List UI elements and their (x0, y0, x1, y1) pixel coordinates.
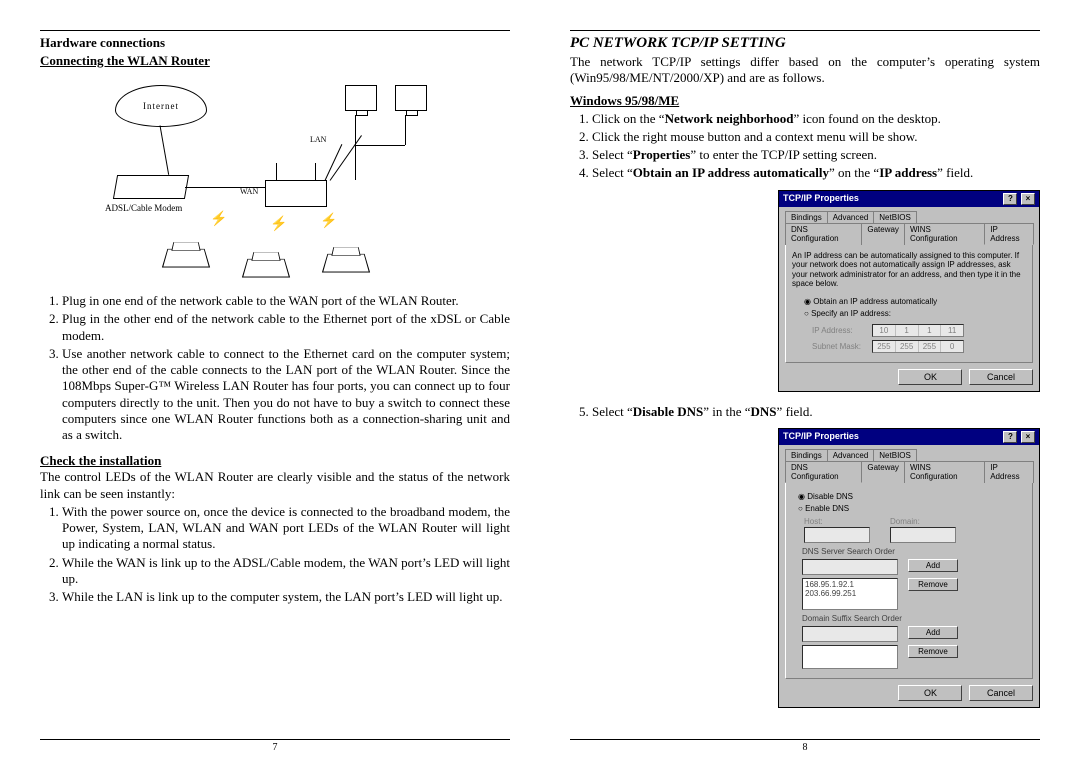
dialog-title: TCP/IP Properties (783, 193, 859, 205)
tab-gateway[interactable]: Gateway (861, 461, 905, 483)
suffix-input[interactable] (802, 626, 898, 642)
list-item: Plug in one end of the network cable to … (62, 293, 510, 309)
list-item: Select “Disable DNS” in the “DNS” field. (592, 404, 1040, 420)
monitor-icon (395, 85, 427, 111)
tab-gateway[interactable]: Gateway (861, 223, 905, 245)
dns-list[interactable]: 168.95.1.92.1 203.66.99.251 (802, 578, 898, 610)
network-diagram: Internet ADSL/Cable Modem LAN WAN ⚡ ⚡ ⚡ (95, 75, 455, 285)
internet-cloud: Internet (115, 85, 207, 127)
radio-obtain-auto[interactable]: ◉ Obtain an IP address automatically (804, 297, 1026, 306)
dialog-desc: An IP address can be automatically assig… (792, 251, 1026, 289)
ok-button[interactable]: OK (898, 685, 962, 701)
tab-bar: Bindings Advanced NetBIOS DNS Configurat… (785, 449, 1033, 483)
wan-label: WAN (240, 187, 258, 196)
help-icon[interactable]: ? (1003, 193, 1017, 205)
tab-netbios[interactable]: NetBIOS (873, 211, 917, 223)
host-label: Host: (804, 517, 870, 526)
list-item: While the WAN is link up to the ADSL/Cab… (62, 555, 510, 588)
tab-advanced[interactable]: Advanced (827, 211, 875, 223)
tab-wins[interactable]: WINS Configuration (904, 223, 985, 245)
close-icon[interactable]: × (1021, 431, 1035, 443)
close-icon[interactable]: × (1021, 193, 1035, 205)
mask-field[interactable]: 2552552550 (872, 340, 964, 353)
remove-button[interactable]: Remove (908, 578, 958, 591)
tab-ipaddress[interactable]: IP Address (984, 461, 1034, 483)
suffix-order-label: Domain Suffix Search Order (802, 614, 1026, 623)
heading-hardware: Hardware connections (40, 35, 510, 51)
suffix-list[interactable] (802, 645, 898, 669)
laptop-icon (162, 249, 210, 268)
ok-button[interactable]: OK (898, 369, 962, 385)
ip-label: IP Address: (812, 326, 872, 335)
tcpip-dialog-dns: TCP/IP Properties ? × Bindings Advanced … (778, 428, 1040, 708)
tab-wins[interactable]: WINS Configuration (904, 461, 985, 483)
domain-label: Domain: (890, 517, 956, 526)
monitor-icon (345, 85, 377, 111)
host-field[interactable] (804, 527, 870, 543)
lan-label: LAN (310, 135, 326, 144)
list-item: With the power source on, once the devic… (62, 504, 510, 553)
tab-dns[interactable]: DNS Configuration (785, 223, 862, 245)
laptop-icon (242, 259, 290, 278)
tab-ipaddress[interactable]: IP Address (984, 223, 1034, 245)
tab-advanced[interactable]: Advanced (827, 449, 875, 461)
tab-bar: Bindings Advanced NetBIOS DNS Configurat… (785, 211, 1033, 245)
page-number: 8 (570, 742, 1040, 753)
router-icon (265, 180, 327, 207)
heading-os: Windows 95/98/ME (570, 93, 1040, 109)
laptop-icon (322, 254, 370, 273)
help-icon[interactable]: ? (1003, 431, 1017, 443)
cancel-button[interactable]: Cancel (969, 685, 1033, 701)
remove-button[interactable]: Remove (908, 645, 958, 658)
modem-label: ADSL/Cable Modem (105, 203, 182, 213)
list-item: Click on the “Network neighborhood” icon… (592, 111, 1040, 127)
list-item: Select “Obtain an IP address automatical… (592, 165, 1040, 181)
radio-specify[interactable]: ○ Specify an IP address: (804, 309, 1026, 318)
tcpip-steps: Click on the “Network neighborhood” icon… (570, 111, 1040, 184)
connect-steps: Plug in one end of the network cable to … (40, 293, 510, 445)
radio-disable-dns[interactable]: ◉ Disable DNS (798, 492, 1026, 501)
ip-field[interactable]: 101111 (872, 324, 964, 337)
heading-check: Check the installation (40, 453, 510, 469)
tab-dns[interactable]: DNS Configuration (785, 461, 862, 483)
section-title: PC NETWORK TCP/IP SETTING (570, 35, 1040, 52)
tcpip-dialog-ip: TCP/IP Properties ? × Bindings Advanced … (778, 190, 1040, 392)
add-button[interactable]: Add (908, 626, 958, 639)
dns-order-label: DNS Server Search Order (802, 547, 1026, 556)
mask-label: Subnet Mask: (812, 342, 872, 351)
intro-text: The network TCP/IP settings differ based… (570, 54, 1040, 87)
page-right: PC NETWORK TCP/IP SETTING The network TC… (570, 30, 1040, 753)
list-item: Plug in the other end of the network cab… (62, 311, 510, 344)
tcpip-steps-cont: Select “Disable DNS” in the “DNS” field. (570, 404, 1040, 422)
dialog-title: TCP/IP Properties (783, 431, 859, 443)
add-button[interactable]: Add (908, 559, 958, 572)
tab-netbios[interactable]: NetBIOS (873, 449, 917, 461)
check-intro: The control LEDs of the WLAN Router are … (40, 469, 510, 502)
tab-bindings[interactable]: Bindings (785, 449, 828, 461)
tab-bindings[interactable]: Bindings (785, 211, 828, 223)
list-item: While the LAN is link up to the computer… (62, 589, 510, 605)
domain-field[interactable] (890, 527, 956, 543)
page-left: Hardware connections Connecting the WLAN… (40, 30, 510, 753)
modem-icon (113, 175, 189, 199)
heading-connecting: Connecting the WLAN Router (40, 53, 510, 69)
page-number: 7 (40, 742, 510, 753)
check-steps: With the power source on, once the devic… (40, 504, 510, 608)
list-item: Select “Properties” to enter the TCP/IP … (592, 147, 1040, 163)
radio-enable-dns[interactable]: ○ Enable DNS (798, 504, 1026, 513)
list-item: Click the right mouse button and a conte… (592, 129, 1040, 145)
list-item: Use another network cable to connect to … (62, 346, 510, 444)
dns-input[interactable] (802, 559, 898, 575)
cancel-button[interactable]: Cancel (969, 369, 1033, 385)
